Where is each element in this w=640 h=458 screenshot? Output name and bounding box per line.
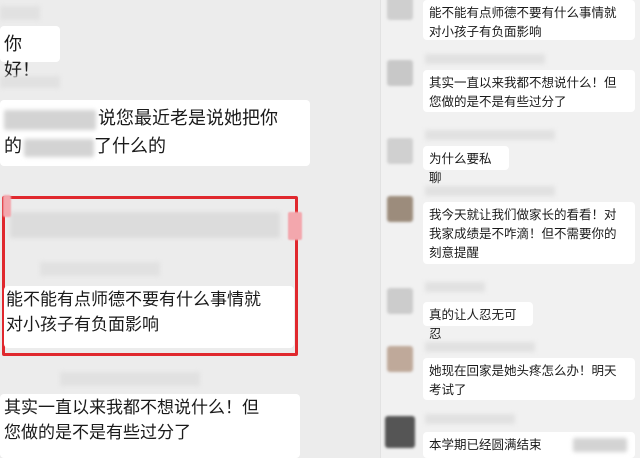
blurred-name bbox=[425, 282, 485, 292]
message-bubble[interactable]: 其实一直以来我都不想说什么！但 您做的是不是有些过分了 bbox=[423, 70, 635, 112]
avatar bbox=[387, 60, 413, 86]
message-bubble[interactable]: 本学期已经圆满结束 bbox=[423, 432, 635, 458]
message-line-1: 说您最近老是说她把你 bbox=[98, 108, 278, 129]
message-bubble[interactable]: 我今天就让我们做家长的看看！对 我家成绩是不咋滴！但不需要你的 刻意提醒 bbox=[423, 202, 635, 264]
message-text: 本学期已经圆满结束 bbox=[429, 437, 542, 452]
message-line-2: 我家成绩是不咋滴！但不需要你的 bbox=[429, 225, 617, 241]
message-line-1: 我今天就让我们做家长的看看！对 bbox=[429, 207, 617, 222]
message-bubble[interactable]: 能不能有点师德不要有什么事情就 对小孩子有负面影响 bbox=[423, 0, 635, 40]
message-line-1: 她现在回家是她头疼怎么办！明天 bbox=[429, 363, 617, 378]
blurred-word bbox=[24, 139, 94, 157]
blurred-name bbox=[425, 414, 515, 424]
blurred-name bbox=[425, 342, 535, 352]
message-line-1: 其实一直以来我都不想说什么！但 bbox=[4, 398, 259, 418]
message-bubble-highlighted[interactable]: 能不能有点师德不要有什么事情就 对小孩子有负面影响 bbox=[4, 286, 294, 348]
blurred-name bbox=[425, 130, 555, 140]
message-line-2: 对小孩子有负面影响 bbox=[429, 23, 542, 39]
message-line-3: 刻意提醒 bbox=[429, 244, 480, 260]
message-text: 真的让人忍无可忍 bbox=[429, 307, 517, 341]
message-bubble[interactable]: 她现在回家是她头疼怎么办！明天 考试了 bbox=[423, 358, 635, 400]
pink-tab-left bbox=[3, 195, 11, 217]
message-line-1: 能不能有点师德不要有什么事情就 bbox=[429, 5, 617, 20]
pink-tab-right bbox=[288, 212, 302, 240]
message-line-2: 对小孩子有负面影响 bbox=[6, 314, 159, 335]
avatar bbox=[387, 288, 413, 314]
avatar bbox=[387, 346, 413, 372]
avatar bbox=[387, 138, 413, 164]
blurred-name bbox=[0, 76, 60, 88]
blurred-name bbox=[40, 262, 160, 276]
message-bubble[interactable]: 为什么要私聊 bbox=[423, 146, 509, 185]
message-line-2: 您做的是不是有些过分了 bbox=[4, 422, 191, 443]
message-line-2-start: 的 bbox=[4, 136, 22, 157]
avatar bbox=[385, 416, 415, 448]
blurred-name-inline bbox=[4, 110, 96, 130]
message-line-2-end: 了什么的 bbox=[94, 136, 166, 157]
message-line-1: 其实一直以来我都不想说什么！但 bbox=[429, 75, 617, 90]
blurred-name bbox=[60, 372, 200, 386]
message-bubble-complaint[interactable]: 其实一直以来我都不想说什么！但 您做的是不是有些过分了 bbox=[0, 394, 300, 458]
blurred-name bbox=[425, 186, 555, 196]
message-text: 为什么要私聊 bbox=[429, 151, 492, 185]
message-line-2: 考试了 bbox=[429, 381, 467, 397]
blurred-name bbox=[425, 54, 545, 64]
message-text: 你好！ bbox=[4, 34, 40, 82]
blurred-name bbox=[0, 6, 40, 20]
message-line-2: 您做的是不是有些过分了 bbox=[429, 93, 567, 109]
message-bubble[interactable]: 真的让人忍无可忍 bbox=[423, 302, 533, 341]
right-chat-panel: 能不能有点师德不要有什么事情就 对小孩子有负面影响 其实一直以来我都不想说什么！… bbox=[380, 0, 640, 458]
message-line-1: 能不能有点师德不要有什么事情就 bbox=[6, 290, 261, 310]
avatar bbox=[387, 196, 413, 222]
blurred-word bbox=[573, 438, 627, 452]
left-chat-panel: 你好！ 说您最近老是说她把你 的 了什么的 能不能有点师德不要有什么事情就 对小… bbox=[0, 0, 380, 458]
avatar bbox=[387, 0, 413, 20]
message-bubble-greeting[interactable]: 你好！ bbox=[0, 26, 60, 81]
message-bubble-report[interactable]: 说您最近老是说她把你 的 了什么的 bbox=[0, 100, 310, 166]
blurred-quoted-header bbox=[10, 212, 280, 238]
